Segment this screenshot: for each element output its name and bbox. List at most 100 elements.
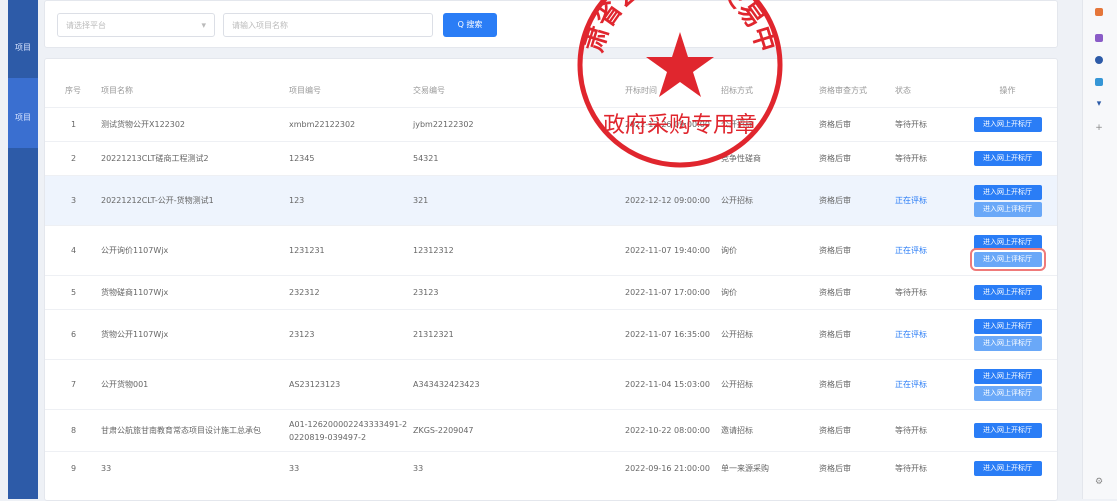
orange-icon[interactable]	[1095, 8, 1103, 16]
table-row[interactable]: 4 公开询价1107Wjx 1231231 12312312 2022-11-07 19…	[45, 225, 1057, 276]
cell-actions: 进入网上开标厅	[958, 409, 1057, 452]
settings-icon[interactable]: ⚙	[1095, 478, 1103, 487]
cell-review: 资格后审	[818, 451, 894, 486]
header-actions: 操作	[999, 85, 1016, 95]
cell-review: 资格后审	[818, 275, 894, 310]
cell-tx: 21312321	[412, 309, 624, 360]
platform-select-placeholder: 请选择平台	[66, 21, 106, 30]
cell-tx: ZKGS-2209047	[412, 409, 624, 452]
cell-review: 资格后审	[818, 359, 894, 410]
cell-no: 2	[45, 141, 100, 176]
enter-evaluation-hall-button[interactable]: 进入网上评标厅	[969, 247, 1046, 271]
header-tx: 交易编号	[413, 85, 445, 95]
cell-actions: 进入网上开标厅	[958, 141, 1057, 176]
enter-opening-hall-button[interactable]: 进入网上开标厅	[973, 423, 1042, 438]
cell-review: 资格后审	[818, 141, 894, 176]
project-table: 序号 项目名称 项目编号 交易编号 开标时间 招标方式 资格审查方式 状态 操作…	[45, 73, 1057, 486]
cell-method: 询价	[720, 275, 818, 310]
cell-time: 2022-11-07 17:00:00	[624, 275, 720, 310]
cell-method: 公开招标	[720, 359, 818, 410]
circle-icon[interactable]	[1095, 56, 1103, 64]
enter-evaluation-hall-button[interactable]: 进入网上评标厅	[973, 335, 1042, 351]
cell-review: 资格后审	[818, 107, 894, 142]
cell-name: 甘肃公航旅甘南教育常态项目设计施工总承包	[100, 409, 288, 452]
chevron-down-icon[interactable]: ▾	[1095, 100, 1103, 109]
cell-tx: 33	[412, 451, 624, 486]
enter-opening-hall-button[interactable]: 进入网上开标厅	[973, 117, 1042, 132]
cell-review: 资格后审	[818, 225, 894, 276]
table-row[interactable]: 6 货物公开1107Wjx 23123 21312321 2022-11-07 16:3…	[45, 309, 1057, 360]
cell-actions: 进入网上开标厅 进入网上评标厅	[958, 309, 1057, 360]
plus-icon[interactable]: +	[1095, 124, 1103, 133]
cell-method: 邀请招标	[720, 409, 818, 452]
cell-tx: 23123	[412, 275, 624, 310]
cell-status: 等待开标	[894, 409, 958, 452]
cell-code: 33	[288, 451, 412, 486]
cell-actions: 进入网上开标厅	[958, 107, 1057, 142]
cell-status: 正在评标	[894, 309, 958, 360]
enter-opening-hall-button[interactable]: 进入网上开标厅	[973, 285, 1042, 300]
table-body: 1 测试货物公开X122302 xmbm22122302 jybm22122302 20…	[45, 107, 1057, 486]
enter-opening-hall-button[interactable]: 进入网上开标厅	[973, 461, 1042, 477]
cell-time: 2022-09-16 21:00:00	[624, 451, 720, 486]
cell-method: 竞争性磋商	[720, 141, 818, 176]
cell-tx: 12312312	[412, 225, 624, 276]
cell-no: 5	[45, 275, 100, 310]
sidebar-item-label[interactable]: 项目	[8, 42, 38, 53]
cell-name: 测试货物公开X122302	[100, 107, 288, 142]
cell-actions: 进入网上开标厅	[958, 451, 1057, 486]
enter-opening-hall-button[interactable]: 进入网上开标厅	[973, 318, 1042, 334]
enter-opening-hall-button[interactable]: 进入网上开标厅	[973, 151, 1042, 166]
enter-opening-hall-button[interactable]: 进入网上开标厅	[973, 234, 1042, 250]
header-no: 序号	[65, 85, 81, 95]
cell-no: 8	[45, 409, 100, 452]
cell-actions: 进入网上开标厅 进入网上评标厅	[958, 175, 1057, 226]
cell-name: 货物公开1107Wjx	[100, 309, 288, 360]
cell-status: 等待开标	[894, 141, 958, 176]
project-name-input[interactable]: 请输入项目名称	[223, 13, 433, 37]
cell-time: 2022-12-26 09:00:00	[624, 107, 720, 142]
header-time: 开标时间	[625, 85, 657, 95]
cell-method: 公开招标	[720, 309, 818, 360]
cell-time	[624, 141, 720, 176]
cell-time: 2022-11-07 19:40:00	[624, 225, 720, 276]
cell-review: 资格后审	[818, 309, 894, 360]
cell-method: 公开招标	[720, 107, 818, 142]
cell-code: 23123	[288, 309, 412, 360]
table-row[interactable]: 2 20221213CLT磋商工程测试2 12345 54321 竞争性磋商 资格后审 等待…	[45, 141, 1057, 176]
cell-actions: 进入网上开标厅 进入网上评标厅	[958, 225, 1057, 276]
cell-name: 公开询价1107Wjx	[100, 225, 288, 276]
table-row[interactable]: 1 测试货物公开X122302 xmbm22122302 jybm22122302 20…	[45, 107, 1057, 142]
enter-evaluation-hall-button[interactable]: 进入网上评标厅	[973, 201, 1042, 217]
cell-code: 12345	[288, 141, 412, 176]
table-row[interactable]: 3 20221212CLT-公开-货物测试1 123 321 2022-12-12 09…	[45, 175, 1057, 226]
cell-name: 货物磋商1107Wjx	[100, 275, 288, 310]
left-sidebar: 项目 项目	[0, 0, 38, 499]
cell-review: 资格后审	[818, 409, 894, 452]
cell-name: 33	[100, 451, 288, 486]
blue-icon[interactable]	[1095, 78, 1103, 86]
enter-evaluation-hall-button[interactable]: 进入网上评标厅	[973, 385, 1042, 401]
search-button[interactable]: Q 搜索	[443, 13, 497, 37]
cell-code: xmbm22122302	[288, 107, 412, 142]
table-row[interactable]: 7 公开货物001 AS23123123 A343432423423 2022-11-0…	[45, 359, 1057, 410]
table-row[interactable]: 8 甘肃公航旅甘南教育常态项目设计施工总承包 A01-126200002243333…	[45, 409, 1057, 452]
cell-name: 20221212CLT-公开-货物测试1	[100, 175, 288, 226]
cell-method: 单一来源采购	[720, 451, 818, 486]
purple-icon[interactable]	[1095, 34, 1103, 42]
cell-no: 4	[45, 225, 100, 276]
header-name: 项目名称	[101, 85, 133, 95]
table-row[interactable]: 5 货物磋商1107Wjx 232312 23123 2022-11-07 17:00:…	[45, 275, 1057, 310]
header-method: 招标方式	[721, 85, 753, 95]
sidebar-item-label[interactable]: 项目	[8, 112, 38, 123]
cell-name: 20221213CLT磋商工程测试2	[100, 141, 288, 176]
table-row[interactable]: 9 33 33 33 2022-09-16 21:00:00 单一来源采购 资格后审 等待开标…	[45, 451, 1057, 486]
platform-select[interactable]: 请选择平台 ▾	[57, 13, 215, 37]
cell-time: 2022-12-12 09:00:00	[624, 175, 720, 226]
enter-opening-hall-button[interactable]: 进入网上开标厅	[973, 368, 1042, 384]
cell-no: 9	[45, 451, 100, 486]
enter-opening-hall-button[interactable]: 进入网上开标厅	[973, 184, 1042, 200]
cell-status: 等待开标	[894, 275, 958, 310]
header-status: 状态	[895, 85, 911, 95]
right-toolbar: ▾ + ⚙	[1082, 0, 1117, 499]
